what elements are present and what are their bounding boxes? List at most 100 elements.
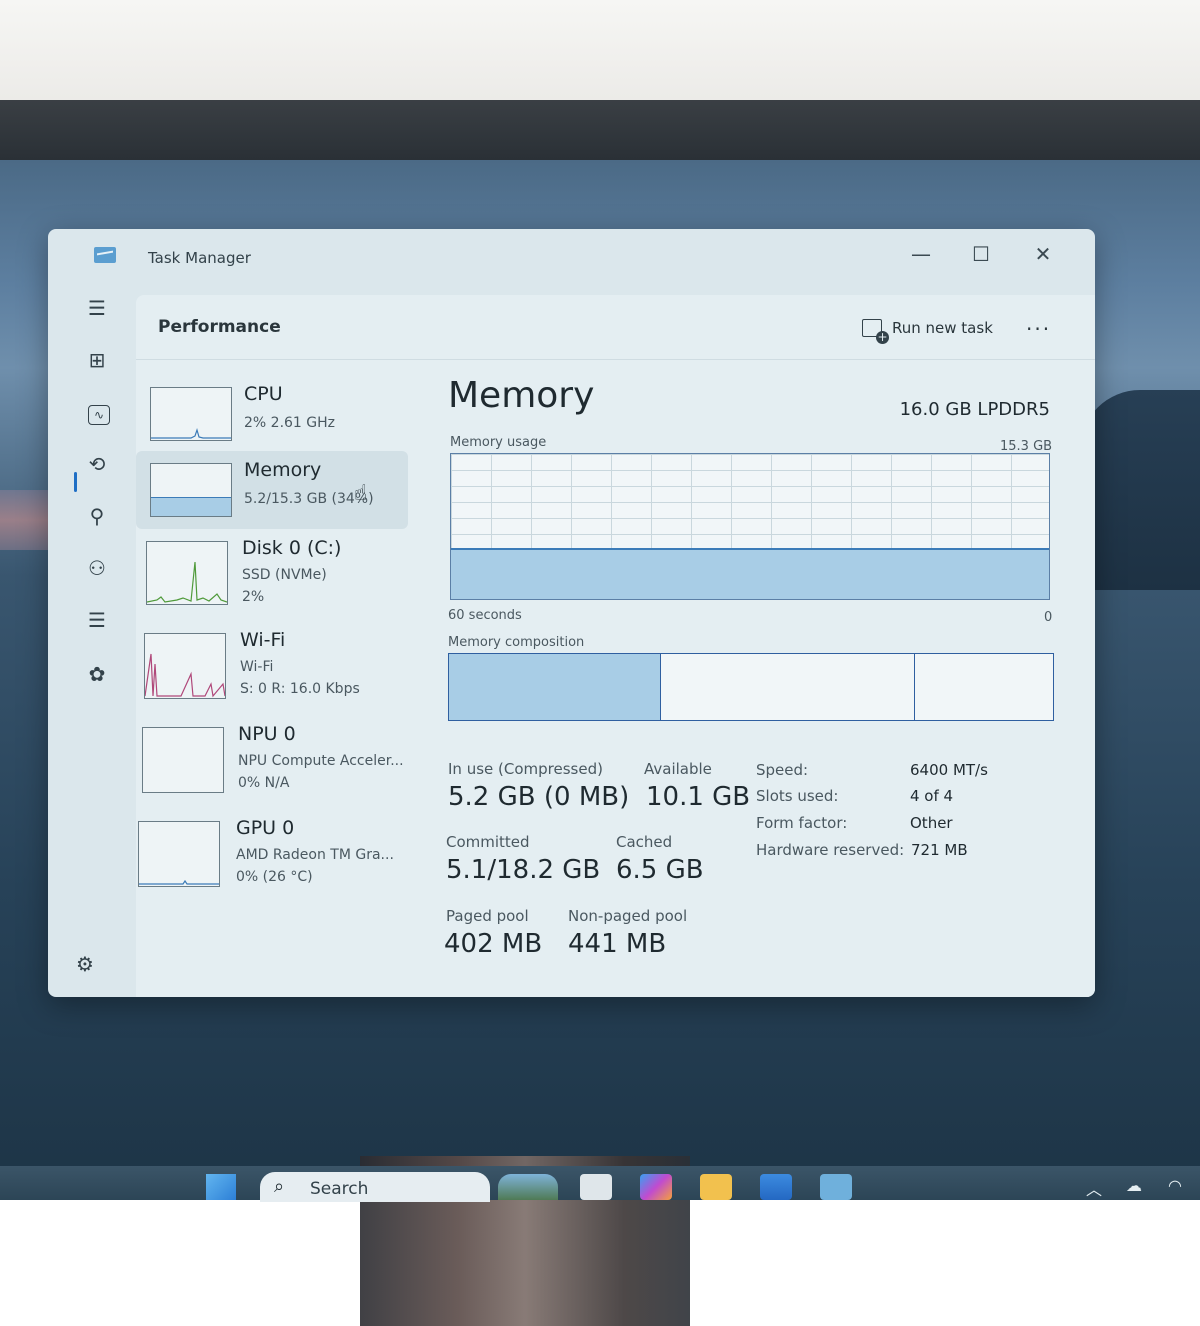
resource-name: Disk 0 (C:) xyxy=(242,537,342,559)
close-button[interactable]: ✕ xyxy=(1018,239,1068,269)
memory-usage-label: Memory usage xyxy=(450,435,547,450)
task-manager-app-icon xyxy=(94,247,116,263)
memory-usage-graph xyxy=(450,453,1050,600)
resource-detail: Wi-Fi xyxy=(240,659,274,675)
wall-background xyxy=(0,0,1200,100)
speed-value: 6400 MT/s xyxy=(910,761,988,779)
in-use-label: In use (Compressed) xyxy=(448,760,603,778)
performance-icon[interactable]: ∿ xyxy=(88,405,110,425)
gpu-thumbnail-graph xyxy=(138,821,220,887)
maximize-button[interactable]: ☐ xyxy=(956,239,1006,269)
file-explorer-icon[interactable] xyxy=(700,1174,732,1200)
speed-label: Speed: xyxy=(756,761,809,779)
resource-item-cpu[interactable]: CPU 2% 2.61 GHz xyxy=(136,375,416,453)
app-history-icon[interactable]: ⟲ xyxy=(82,449,112,479)
wallpaper-mountain xyxy=(1080,390,1200,590)
resource-detail: SSD (NVMe) xyxy=(242,567,327,583)
services-icon[interactable]: ✿ xyxy=(82,659,112,689)
laptop-bezel xyxy=(0,100,1200,234)
disk-thumbnail-graph xyxy=(146,541,228,605)
cached-label: Cached xyxy=(616,833,673,851)
graph-x-left-label: 60 seconds xyxy=(448,608,522,623)
title-bar[interactable]: Task Manager — ☐ ✕ xyxy=(48,229,1095,287)
memory-composition-label: Memory composition xyxy=(448,635,585,650)
form-factor-value: Other xyxy=(910,814,953,832)
nav-rail: ☰ ⊞ ∿ ⟲ ⚲ ⚇ ☰ ✿ xyxy=(48,287,136,997)
minimize-button[interactable]: — xyxy=(896,239,946,269)
nonpaged-pool-value: 441 MB xyxy=(568,929,667,959)
wifi-thumbnail-graph xyxy=(144,633,226,699)
resource-detail: 0% (26 °C) xyxy=(236,869,313,885)
committed-label: Committed xyxy=(446,833,530,851)
search-icon: ⌕ xyxy=(274,1176,285,1197)
memory-usage-fill xyxy=(451,547,1049,599)
taskbar-search-box[interactable]: ⌕ Search xyxy=(260,1172,490,1202)
chevron-up-icon[interactable]: ︿ xyxy=(1086,1176,1102,1200)
taskbar: ⌕ Search ︿ ☁ ◠ xyxy=(0,1166,1200,1202)
details-icon[interactable]: ☰ xyxy=(82,605,112,635)
memory-spec: 16.0 GB LPDDR5 xyxy=(899,399,1050,420)
composition-standby xyxy=(660,654,916,720)
resource-item-wifi[interactable]: Wi-Fi Wi-Fi S: 0 R: 16.0 Kbps xyxy=(136,621,416,705)
memory-title: Memory xyxy=(448,375,595,416)
memory-thumbnail-graph xyxy=(150,463,232,517)
more-options-button[interactable]: ··· xyxy=(1026,317,1051,341)
composition-in-use xyxy=(449,654,656,720)
hamburger-icon[interactable]: ☰ xyxy=(82,293,112,323)
run-new-task-button[interactable]: Run new task xyxy=(862,319,993,344)
nonpaged-pool-label: Non-paged pool xyxy=(568,907,688,925)
copilot-icon[interactable] xyxy=(640,1174,672,1200)
run-new-task-label: Run new task xyxy=(892,319,993,337)
resource-detail: S: 0 R: 16.0 Kbps xyxy=(240,681,360,697)
search-placeholder: Search xyxy=(310,1179,369,1199)
hardware-reserved-label: Hardware reserved: xyxy=(756,841,905,859)
available-label: Available xyxy=(644,760,712,778)
users-icon[interactable]: ⚇ xyxy=(82,553,112,583)
task-view-icon[interactable] xyxy=(580,1174,612,1200)
task-manager-taskbar-icon[interactable] xyxy=(820,1174,852,1200)
startup-apps-icon[interactable]: ⚲ xyxy=(82,501,112,531)
start-button-icon[interactable] xyxy=(206,1174,236,1200)
resource-detail: 0% N/A xyxy=(238,775,290,791)
page-header: Performance Run new task ··· xyxy=(136,295,1095,360)
hardware-reserved-value: 721 MB xyxy=(911,841,968,859)
onedrive-icon[interactable]: ☁ xyxy=(1126,1176,1142,1195)
slots-label: Slots used: xyxy=(756,787,839,805)
task-manager-window: Task Manager — ☐ ✕ ☰ ⊞ ∿ ⟲ ⚲ ⚇ ☰ ✿ ⚙ Per… xyxy=(48,229,1095,997)
cpu-thumbnail-graph xyxy=(150,387,232,441)
resource-detail: NPU Compute Acceler... xyxy=(238,753,404,769)
memory-composition-bar xyxy=(448,653,1054,721)
window-title: Task Manager xyxy=(148,249,251,267)
resource-item-disk[interactable]: Disk 0 (C:) SSD (NVMe) 2% xyxy=(136,529,416,613)
nav-active-indicator xyxy=(74,472,77,492)
resource-item-npu[interactable]: NPU 0 NPU Compute Acceler... 0% N/A xyxy=(136,715,416,799)
settings-icon[interactable]: ⚙ xyxy=(70,949,100,979)
slots-value: 4 of 4 xyxy=(910,787,954,805)
mouse-cursor-hand-icon: ☝ xyxy=(354,481,368,506)
resource-detail: 2% 2.61 GHz xyxy=(244,415,336,431)
page-title: Performance xyxy=(158,317,281,337)
memory-usage-max: 15.3 GB xyxy=(1000,439,1053,454)
resource-item-memory[interactable]: Memory 5.2/15.3 GB (34%) ☝ xyxy=(136,451,408,529)
run-task-icon xyxy=(862,319,889,344)
microsoft-store-icon[interactable] xyxy=(760,1174,792,1200)
resource-name: GPU 0 xyxy=(236,817,295,839)
resource-name: Memory xyxy=(244,459,322,481)
form-factor-label: Form factor: xyxy=(756,814,848,832)
cached-value: 6.5 GB xyxy=(616,855,704,885)
processes-icon[interactable]: ⊞ xyxy=(82,345,112,375)
available-value: 10.1 GB xyxy=(646,782,751,812)
resource-name: NPU 0 xyxy=(238,723,296,745)
resource-name: Wi-Fi xyxy=(240,629,286,651)
graph-x-right-label: 0 xyxy=(1044,610,1053,625)
wifi-icon[interactable]: ◠ xyxy=(1168,1176,1182,1195)
resource-detail: AMD Radeon TM Gra... xyxy=(236,847,394,863)
performance-page: Performance Run new task ··· CPU 2% 2.61… xyxy=(136,295,1095,997)
paged-pool-value: 402 MB xyxy=(444,929,543,959)
resource-name: CPU xyxy=(244,383,283,405)
widgets-icon[interactable] xyxy=(498,1174,558,1200)
committed-value: 5.1/18.2 GB xyxy=(446,855,601,885)
paged-pool-label: Paged pool xyxy=(446,907,529,925)
in-use-value: 5.2 GB (0 MB) xyxy=(448,782,630,812)
resource-item-gpu[interactable]: GPU 0 AMD Radeon TM Gra... 0% (26 °C) xyxy=(136,809,416,893)
